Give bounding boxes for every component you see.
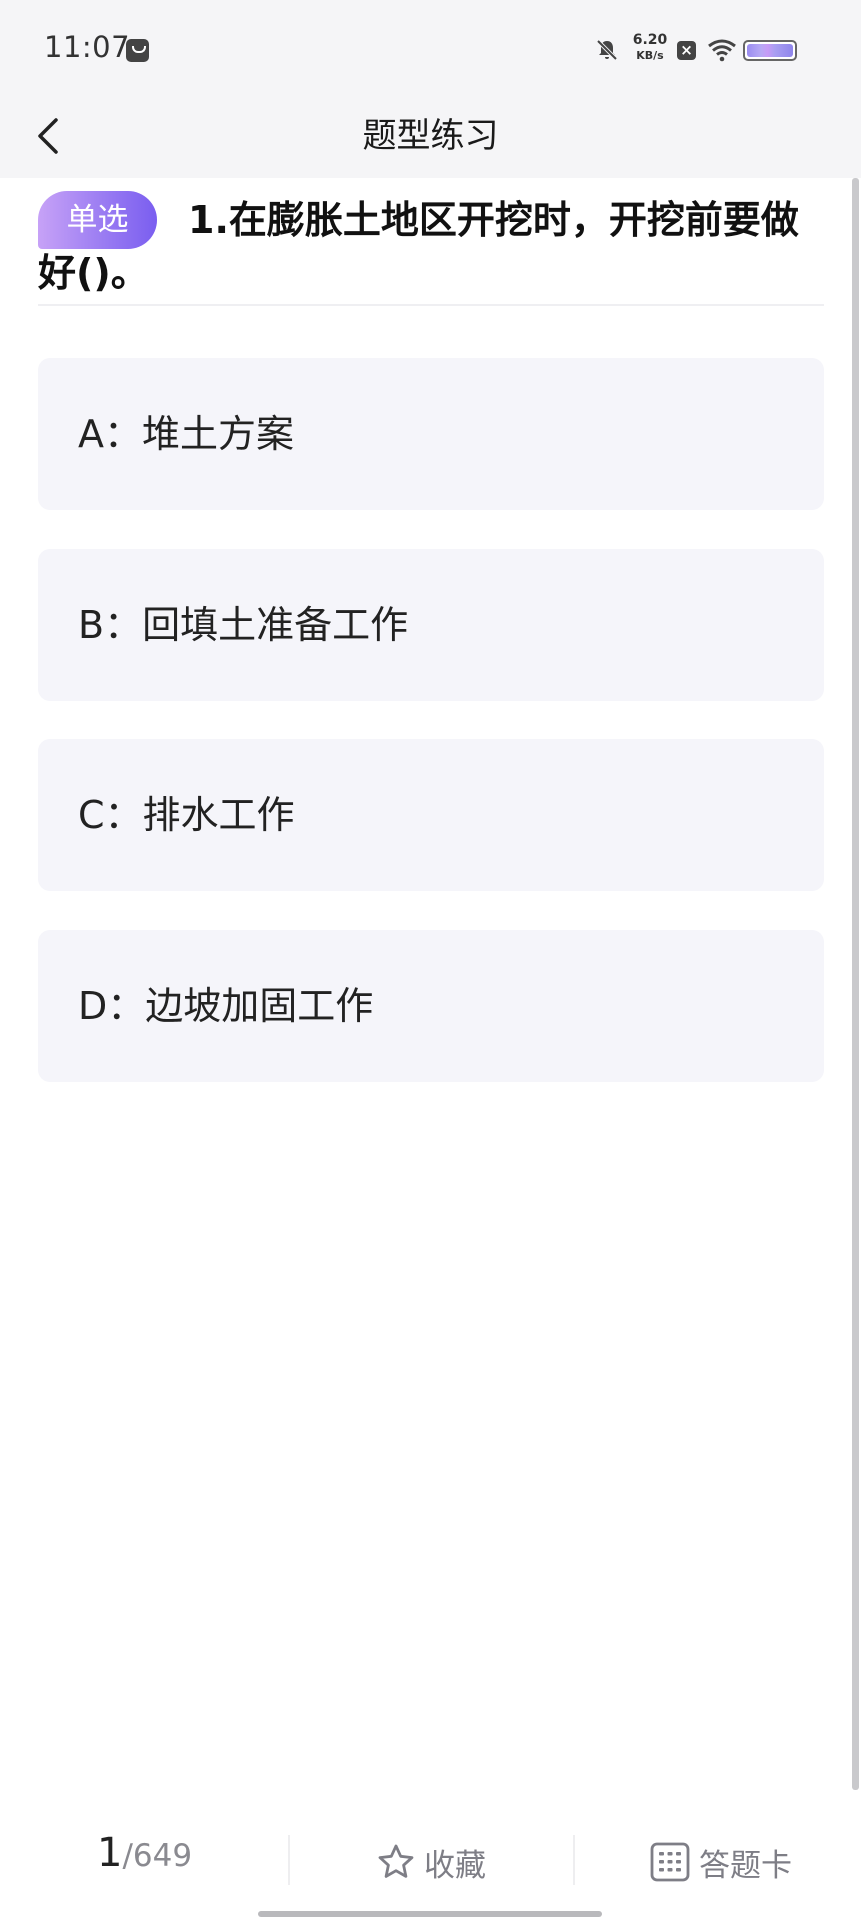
option-d[interactable]: D：边坡加固工作 (38, 930, 824, 1082)
close-notification-icon: × (677, 41, 696, 60)
toolbar-divider (573, 1835, 575, 1885)
option-a[interactable]: A：堆土方案 (38, 358, 824, 510)
question-progress: 1/649 (97, 1830, 192, 1876)
status-time: 11:07 (44, 30, 131, 64)
progress-current: 1 (97, 1830, 123, 1876)
scrollbar-thumb[interactable] (852, 178, 859, 1790)
question: 单选 1.在膨胀土地区开挖时，开挖前要做好()。 (38, 188, 824, 300)
battery-level-fill (747, 44, 793, 57)
option-c[interactable]: C：排水工作 (38, 739, 824, 891)
toolbar-divider (288, 1835, 290, 1885)
home-indicator[interactable] (258, 1911, 602, 1917)
progress-total: /649 (122, 1838, 193, 1874)
option-label: B：回填土准备工作 (78, 603, 409, 647)
network-speed-unit: KB/s (636, 49, 664, 62)
battery-icon (743, 40, 797, 61)
status-bar: 11:07 6.20 KB/s × (0, 0, 861, 100)
message-icon (126, 39, 149, 62)
network-speed: 6.20 KB/s (627, 33, 673, 63)
question-text: 1.在膨胀土地区开挖时，开挖前要做好()。 (38, 198, 799, 295)
favorite-label: 收藏 (424, 1847, 486, 1884)
option-label: A：堆土方案 (78, 412, 294, 456)
question-divider (38, 304, 824, 306)
option-label: D：边坡加固工作 (78, 984, 374, 1028)
wifi-icon (708, 39, 736, 62)
star-icon (378, 1844, 414, 1878)
scrollbar[interactable] (852, 178, 859, 1790)
option-b[interactable]: B：回填土准备工作 (38, 549, 824, 701)
answer-card-icon (650, 1842, 690, 1882)
network-speed-value: 6.20 (632, 32, 668, 48)
mute-icon (596, 39, 618, 61)
app-screen: 11:07 6.20 KB/s × 题型练习 单选 1.在膨胀土地区开挖时，开挖… (0, 0, 861, 1920)
page-title: 题型练习 (362, 116, 499, 156)
header: 题型练习 (0, 100, 861, 178)
answer-card-button[interactable]: 答题卡 (649, 1838, 792, 1886)
bottom-toolbar: 1/649 收藏 答题卡 (0, 1800, 861, 1920)
option-label: C：排水工作 (78, 793, 295, 837)
question-type-badge: 单选 (38, 191, 157, 249)
answer-card-label: 答题卡 (699, 1847, 792, 1884)
favorite-button[interactable]: 收藏 (376, 1838, 486, 1886)
